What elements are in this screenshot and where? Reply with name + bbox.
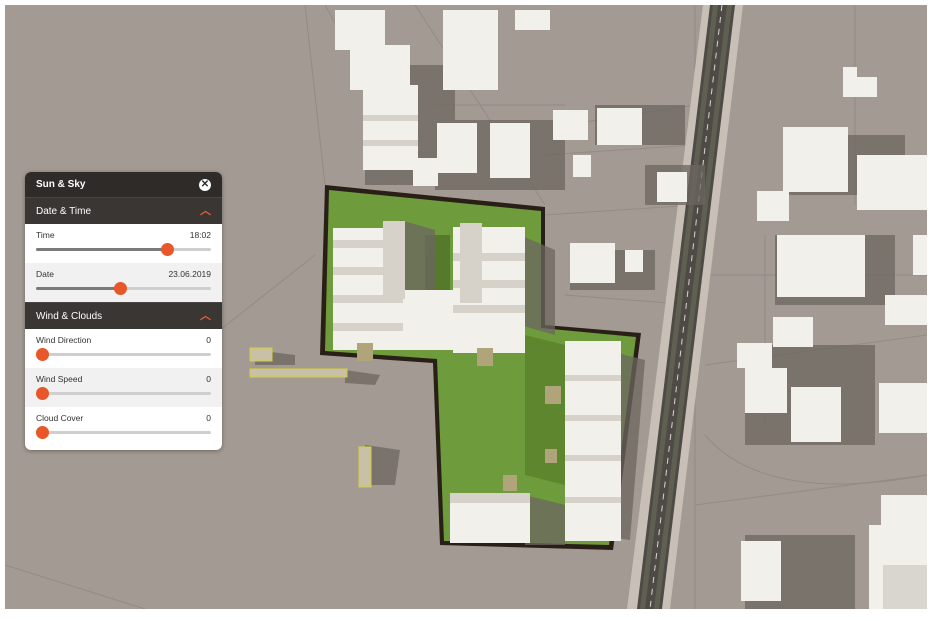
- cloud-cover-slider-row: Cloud Cover 0: [25, 407, 222, 446]
- time-slider-row: Time 18:02: [25, 224, 222, 263]
- wind-direction-slider-row: Wind Direction 0: [25, 329, 222, 368]
- section-date-time[interactable]: Date & Time ︿: [25, 197, 222, 224]
- wind-direction-slider[interactable]: [36, 348, 211, 361]
- date-slider-row: Date 23.06.2019: [25, 263, 222, 302]
- time-value: 18:02: [189, 230, 211, 240]
- chevron-up-icon[interactable]: ︿: [200, 307, 211, 323]
- wind-speed-slider-thumb[interactable]: [36, 387, 49, 400]
- close-icon[interactable]: ✕: [199, 178, 211, 191]
- wind-speed-slider[interactable]: [36, 387, 211, 400]
- time-slider-thumb[interactable]: [161, 243, 175, 256]
- time-label: Time: [36, 230, 55, 240]
- road: [627, 5, 743, 609]
- panel-title: Sun & Sky: [36, 179, 86, 190]
- wind-speed-value: 0: [206, 374, 211, 384]
- cloud-cover-slider-thumb[interactable]: [36, 426, 49, 439]
- time-slider[interactable]: [36, 243, 211, 256]
- placed-objects: [249, 347, 372, 488]
- date-slider-fill: [36, 287, 120, 290]
- chevron-up-icon[interactable]: ︿: [200, 202, 211, 218]
- cloud-cover-label: Cloud Cover: [36, 413, 84, 423]
- date-label: Date: [36, 269, 54, 279]
- cloud-cover-slider[interactable]: [36, 426, 211, 439]
- cloud-cover-value: 0: [206, 413, 211, 423]
- time-slider-fill: [36, 248, 168, 251]
- section-wind-clouds[interactable]: Wind & Clouds ︿: [25, 302, 222, 329]
- date-slider-thumb[interactable]: [114, 282, 127, 295]
- wind-direction-slider-thumb[interactable]: [36, 348, 49, 361]
- date-value: 23.06.2019: [168, 269, 211, 279]
- wind-direction-value: 0: [206, 335, 211, 345]
- date-slider[interactable]: [36, 282, 211, 295]
- section-title: Wind & Clouds: [36, 310, 103, 322]
- sun-and-sky-panel: Sun & Sky ✕ Date & Time ︿ Time 18:02 Dat…: [25, 172, 222, 450]
- wind-speed-slider-row: Wind Speed 0: [25, 368, 222, 407]
- panel-header: Sun & Sky ✕: [25, 172, 222, 197]
- wind-direction-label: Wind Direction: [36, 335, 92, 345]
- section-title: Date & Time: [36, 205, 92, 217]
- wind-speed-label: Wind Speed: [36, 374, 83, 384]
